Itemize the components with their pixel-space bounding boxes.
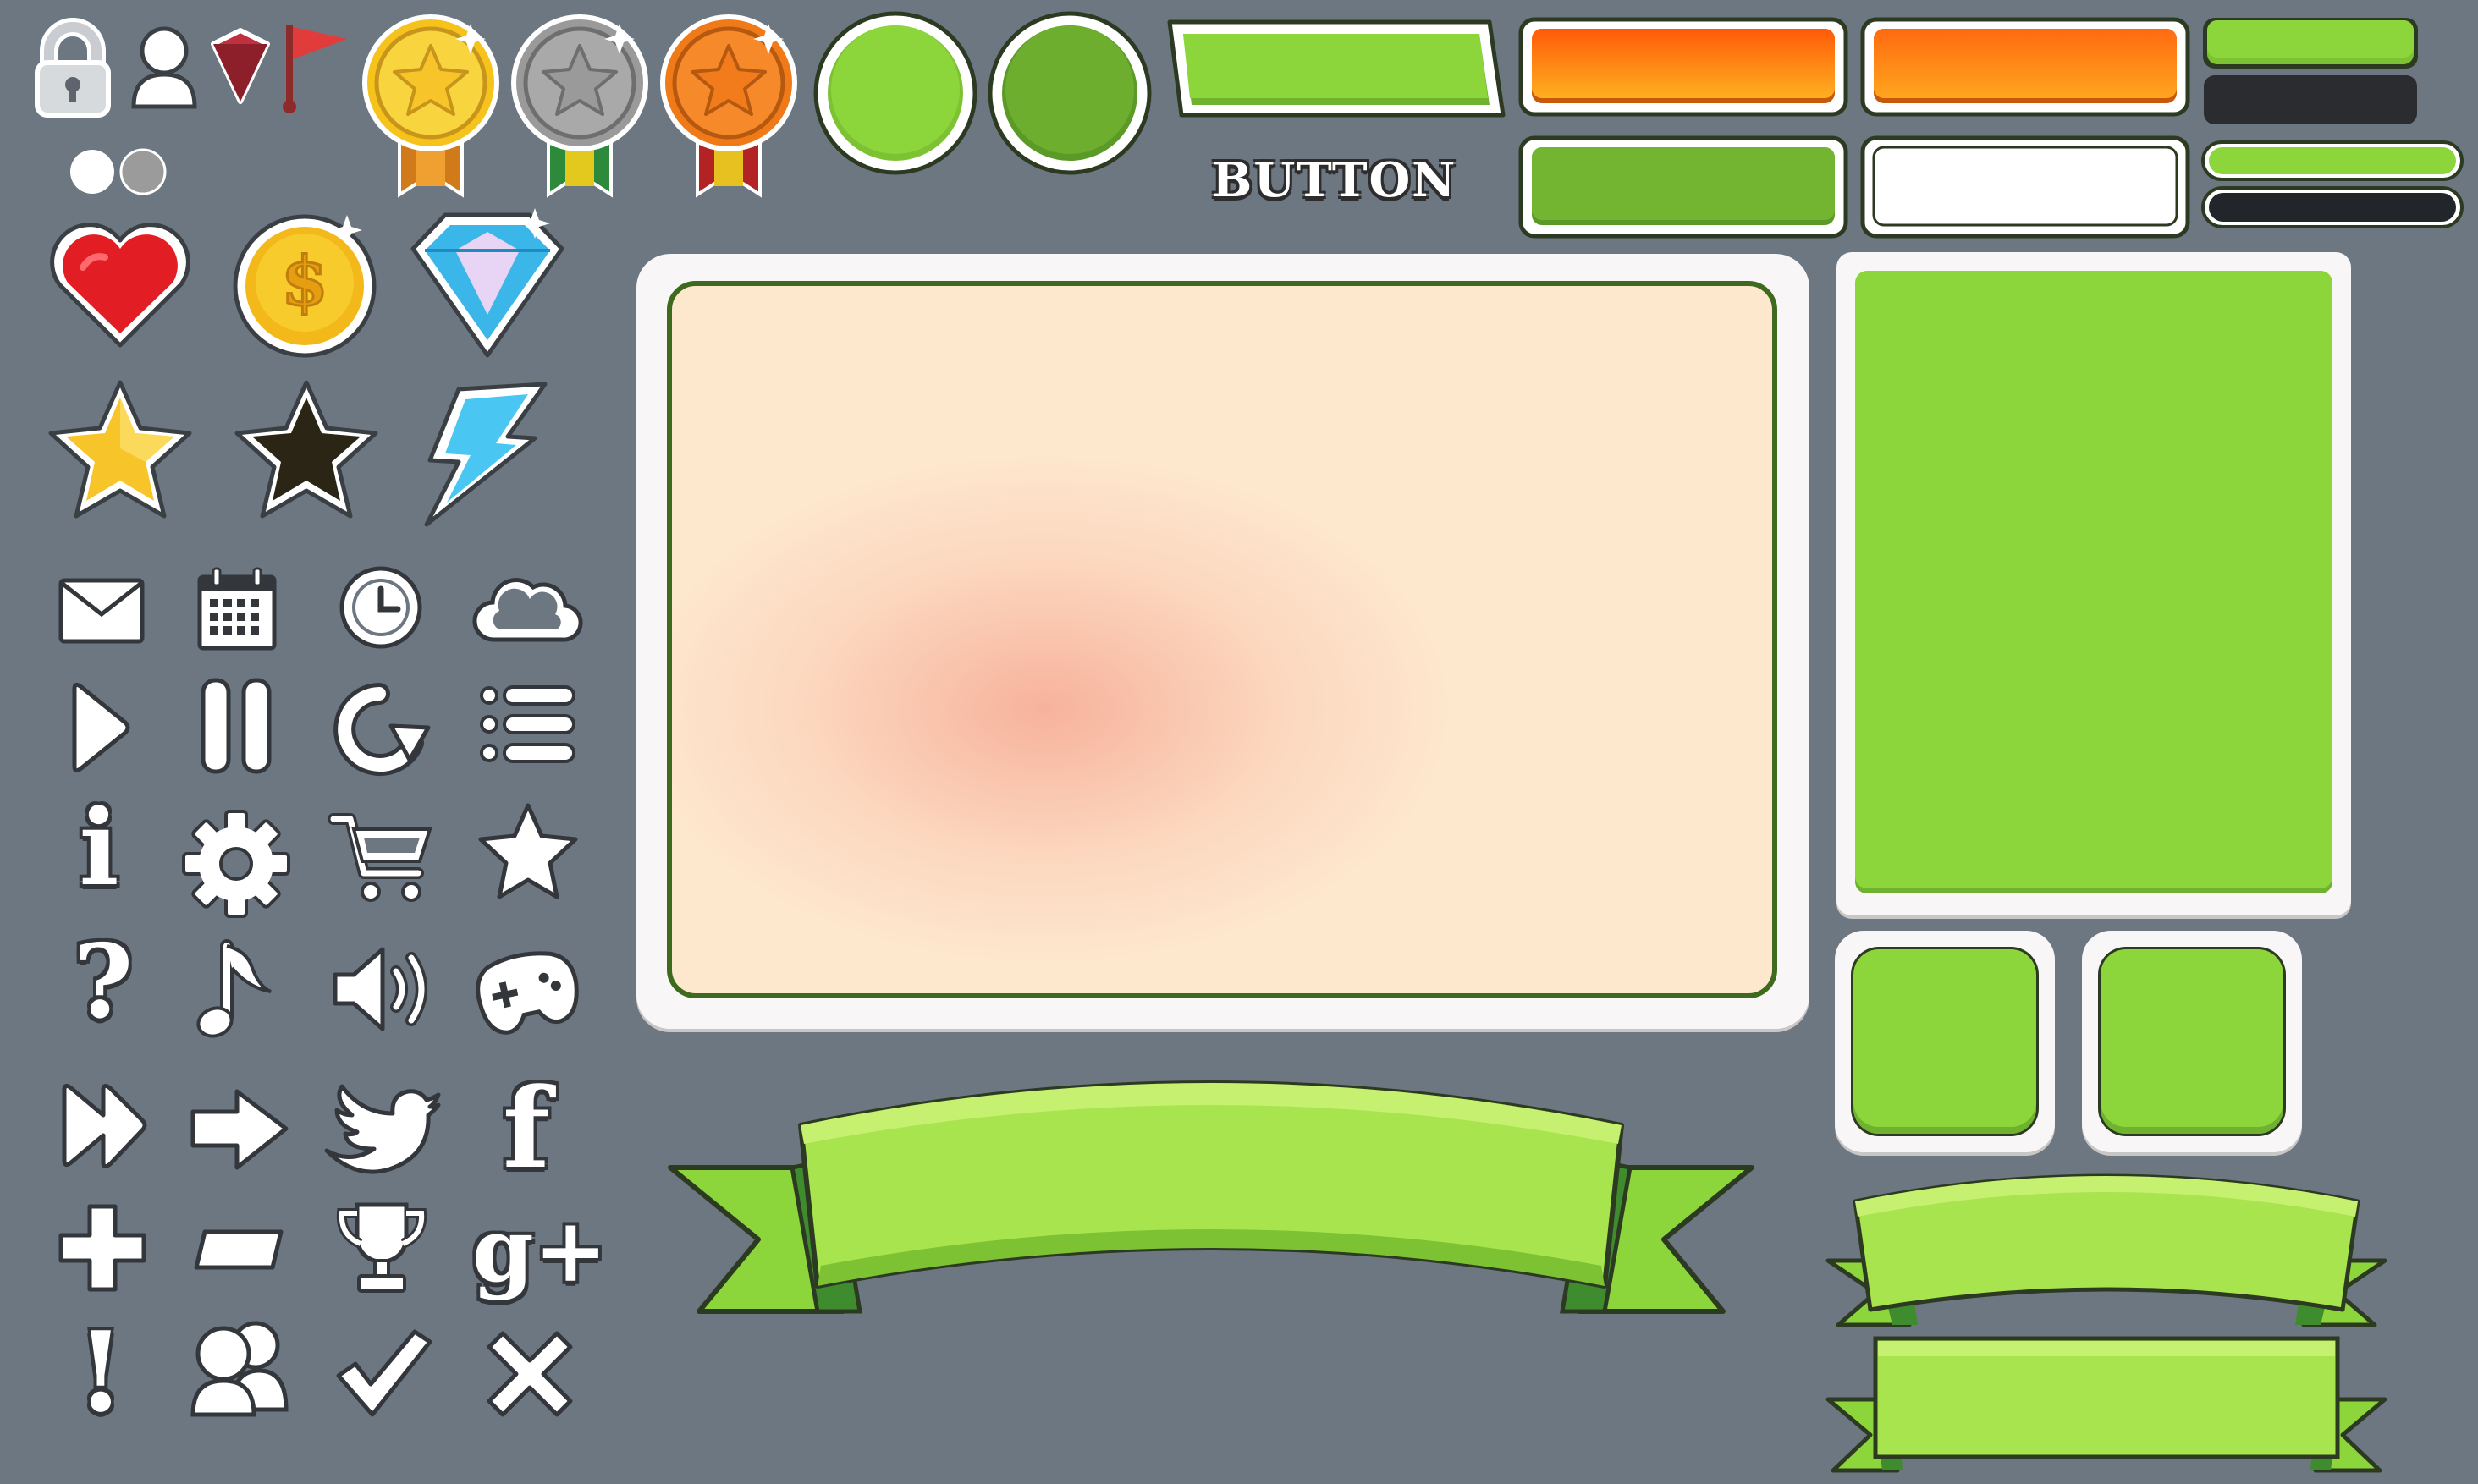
- orange-button-1[interactable]: [1518, 17, 1848, 117]
- question-icon[interactable]: ?: [61, 927, 146, 1037]
- clock-icon[interactable]: [337, 563, 425, 651]
- round-button-light[interactable]: [812, 10, 978, 176]
- list-icon[interactable]: [479, 684, 577, 765]
- side-panel-frame: [1836, 252, 2351, 915]
- tile-button-1[interactable]: [1835, 931, 2055, 1152]
- facebook-icon[interactable]: f: [493, 1069, 560, 1188]
- white-button[interactable]: [1860, 135, 2190, 239]
- heart-icon: [44, 217, 196, 352]
- gamepad-icon[interactable]: [474, 943, 582, 1039]
- arrow-right-icon[interactable]: [188, 1086, 291, 1173]
- progress-bar-bottom: [2200, 139, 2464, 234]
- ribbon-banner-large: [665, 1066, 1757, 1345]
- lock-icon[interactable]: [30, 18, 115, 120]
- ribbon-banner-medium: [1825, 1168, 2388, 1337]
- google-plus-icon[interactable]: g+: [472, 1191, 608, 1310]
- gem-icon[interactable]: [206, 25, 274, 107]
- play-icon[interactable]: [68, 680, 132, 775]
- close-icon[interactable]: [486, 1330, 574, 1418]
- progress-bar-top: [2200, 15, 2420, 129]
- page-indicator-dot-inactive[interactable]: [119, 148, 167, 195]
- gold-star-icon: [44, 377, 196, 526]
- gear-icon[interactable]: [181, 809, 291, 919]
- twitter-icon[interactable]: [322, 1084, 441, 1176]
- round-button-dark[interactable]: [987, 10, 1153, 176]
- gold-medal-icon: [359, 8, 503, 200]
- bronze-medal-icon: [657, 8, 801, 200]
- slanted-green-button[interactable]: [1166, 17, 1506, 120]
- flag-icon[interactable]: [276, 20, 352, 113]
- cloud-icon[interactable]: [472, 569, 583, 645]
- minus-icon[interactable]: [193, 1223, 286, 1274]
- pause-icon[interactable]: [200, 677, 273, 775]
- tile-button-2[interactable]: [2082, 931, 2302, 1152]
- ribbon-banner-small: [1825, 1332, 2388, 1476]
- coin-icon: $: [230, 208, 383, 360]
- cart-icon[interactable]: [328, 811, 435, 904]
- plus-icon[interactable]: [56, 1201, 149, 1294]
- user-icon[interactable]: [129, 22, 200, 110]
- music-icon[interactable]: [196, 939, 278, 1044]
- fast-forward-icon[interactable]: [59, 1080, 147, 1173]
- diamond-icon: [408, 206, 567, 360]
- lightning-icon: [416, 377, 552, 530]
- dialog-panel-content: [667, 281, 1777, 998]
- dialog-panel-frame: [636, 254, 1809, 1029]
- silver-medal-icon: [508, 8, 652, 200]
- info-icon[interactable]: i: [69, 794, 129, 904]
- trophy-icon[interactable]: [335, 1201, 428, 1296]
- check-icon[interactable]: [333, 1327, 433, 1418]
- friends-icon[interactable]: [188, 1316, 291, 1418]
- green-button-flat[interactable]: [1518, 135, 1848, 239]
- mail-icon[interactable]: [58, 575, 146, 646]
- exclamation-icon[interactable]: !: [71, 1313, 130, 1432]
- calendar-icon[interactable]: [196, 567, 278, 651]
- dark-star-icon: [230, 377, 383, 526]
- restart-icon[interactable]: [328, 682, 432, 776]
- side-panel-content: [1855, 271, 2332, 893]
- button-label: BUTTON: [1212, 152, 1457, 208]
- page-indicator-dot-active[interactable]: [69, 149, 115, 195]
- star-icon[interactable]: [476, 802, 581, 904]
- svg-text:$: $: [281, 241, 328, 321]
- sound-icon[interactable]: [330, 943, 437, 1036]
- orange-button-2[interactable]: [1860, 17, 2190, 117]
